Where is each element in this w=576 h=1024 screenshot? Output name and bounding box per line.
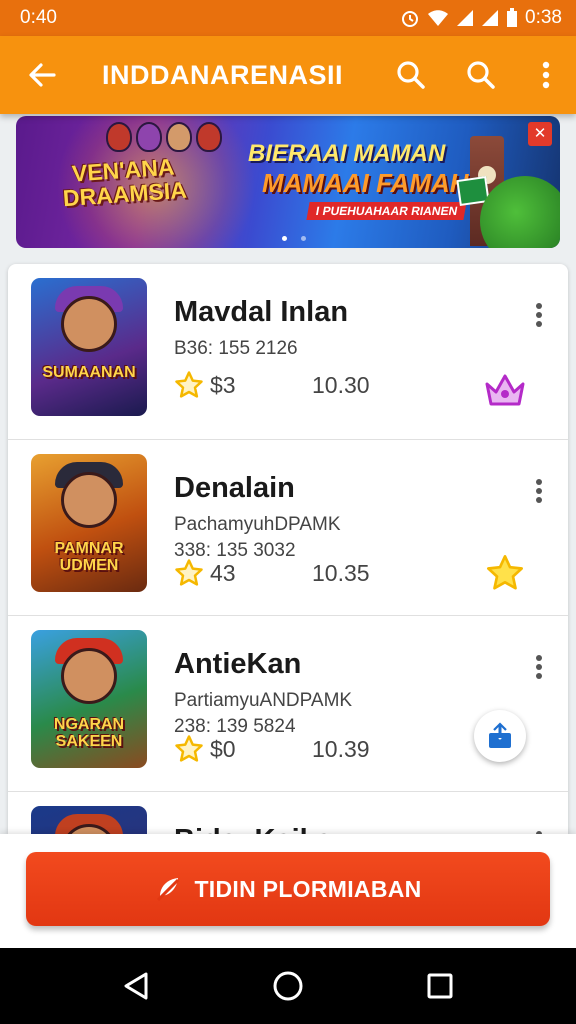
game-thumbnail: PAMNAR UDMEN [31,454,147,592]
bottom-action-panel: TIDIN PLORMIABAN [0,834,576,948]
triangle-back-icon [124,972,148,1000]
alarm-icon [402,11,419,27]
game-rating-row: $3 10.30 [174,370,370,400]
star-outline-icon [175,559,203,586]
overflow-menu-button[interactable] [516,36,576,114]
item-menu-button[interactable] [524,826,554,834]
game-thumbnail: NGARAN SAKEEN [31,630,147,768]
search-icon [397,61,425,89]
share-icon[interactable] [474,710,526,762]
status-bar: 0:40 0:38 [0,0,576,36]
banner-title-line2: MAMAAI FAMAHI [262,168,476,198]
game-list: SUMAANAN Mavdal Inlan B36: 155 2126 $3 1… [8,264,568,834]
banner-logo: VEN'ANA DRAAMSIA [62,153,188,212]
nav-recents-button[interactable] [410,956,470,1016]
search-icon [467,61,495,89]
nav-back-button[interactable] [106,956,166,1016]
system-nav-bar [0,948,576,1024]
game-value: 10.30 [312,371,370,398]
no-entry-icon [157,878,180,902]
carousel-indicator [282,236,306,241]
game-rating: $0 [210,735,236,762]
item-menu-button[interactable] [524,298,554,332]
game-title: Denalain [174,472,295,504]
game-value: 10.39 [312,735,370,762]
list-item[interactable]: BidauKaika [8,792,568,834]
game-value: 10.35 [312,559,370,586]
carousel-dot[interactable] [301,236,306,241]
banner-corner-badge[interactable]: ✕ [528,122,552,146]
banner-subtitle: I PUEHUAHAAR RIANEN [306,202,467,220]
game-thumbnail: SUMAANAN [31,278,147,416]
arrow-left-icon [29,63,56,87]
more-vertical-icon [536,479,542,503]
status-time-right: 0:38 [525,7,562,28]
search-button-2[interactable] [446,36,516,114]
game-rating: 43 [210,559,236,586]
list-item[interactable]: PAMNAR UDMEN Denalain PachamyuhDPAMK 338… [8,440,568,616]
primary-action-button[interactable]: TIDIN PLORMIABAN [26,852,550,926]
carousel-dot[interactable] [282,236,287,241]
signal-icon [457,10,474,26]
more-vertical-icon [536,303,542,327]
battery-icon [507,8,518,27]
more-vertical-icon [542,61,550,89]
game-title: Mavdal Inlan [174,296,349,328]
game-meta: PartiamyuANDPAMK [174,690,353,711]
game-meta: PachamyuhDPAMK [174,514,341,535]
list-item[interactable]: NGARAN SAKEEN AntieKan PartiamyuANDPAMK … [8,616,568,792]
banner-title-line1: BIERAAI MAMAN [248,140,446,167]
item-menu-button[interactable] [524,650,554,684]
more-vertical-icon [536,655,542,679]
status-icons: 0:38 [400,7,562,29]
star-outline-icon [175,735,203,762]
game-rating-row: 43 10.35 [174,558,370,588]
star-outline-icon [175,371,203,398]
app-bar: INDDANARENASII [0,36,576,114]
star-badge-icon[interactable] [478,546,532,600]
banner-characters [106,122,222,152]
circle-home-icon [273,971,303,1001]
search-button[interactable] [376,36,446,114]
status-time: 0:40 [20,7,57,28]
page-title: INDDANARENASII [102,59,344,90]
game-rating: $3 [210,371,236,398]
game-meta: B36: 155 2126 [174,338,298,359]
primary-action-label: TIDIN PLORMIABAN [194,875,422,902]
wifi-icon [428,10,449,26]
game-thumbnail [31,806,147,834]
game-title: BidauKaika [174,824,332,834]
nav-home-button[interactable] [258,956,318,1016]
crown-icon[interactable] [478,362,532,416]
list-item[interactable]: SUMAANAN Mavdal Inlan B36: 155 2126 $3 1… [8,264,568,440]
promo-banner[interactable]: VEN'ANA DRAAMSIA BIERAAI MAMAN MAMAAI FA… [16,116,560,248]
game-title: AntieKan [174,648,302,680]
square-recents-icon [427,973,453,999]
game-rating-row: $0 10.39 [174,734,370,764]
back-button[interactable] [0,36,84,114]
signal-icon-2 [482,10,499,26]
item-menu-button[interactable] [524,474,554,508]
